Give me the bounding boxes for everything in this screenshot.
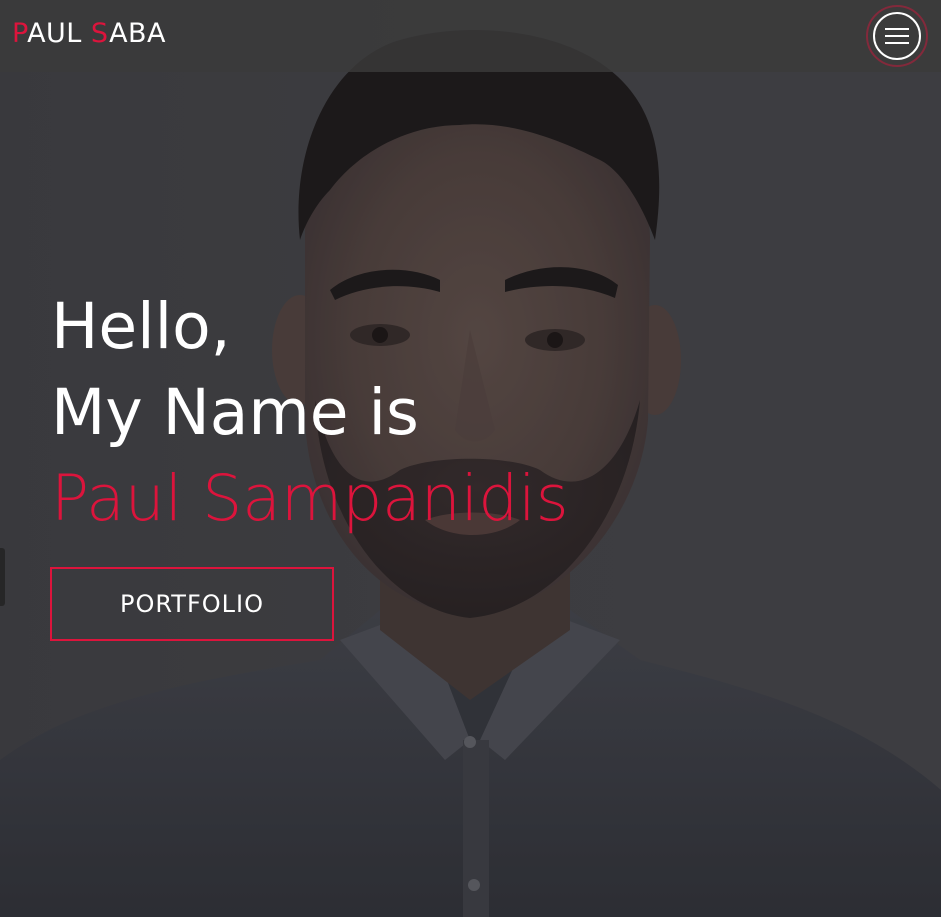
- menu-button-inner: [873, 12, 921, 60]
- top-navbar: PAUL SABA: [0, 0, 941, 72]
- portfolio-button[interactable]: PORTFOLIO: [50, 567, 334, 641]
- brand-first-initial: P: [12, 18, 28, 49]
- hero-headline: Hello, My Name is Paul Sampanidis: [51, 284, 569, 542]
- brand-first-rest: AUL: [27, 18, 91, 49]
- brand-logo[interactable]: PAUL SABA: [12, 16, 166, 52]
- side-tab: [0, 548, 5, 606]
- brand-last-initial: S: [90, 18, 110, 49]
- brand-last-rest: ABA: [109, 18, 167, 49]
- hero-name: Paul Sampanidis: [51, 462, 569, 535]
- hero-greeting: Hello,: [51, 290, 231, 363]
- hamburger-menu-icon: [885, 28, 909, 44]
- hero-intro: My Name is: [51, 376, 419, 449]
- menu-button[interactable]: [866, 5, 928, 67]
